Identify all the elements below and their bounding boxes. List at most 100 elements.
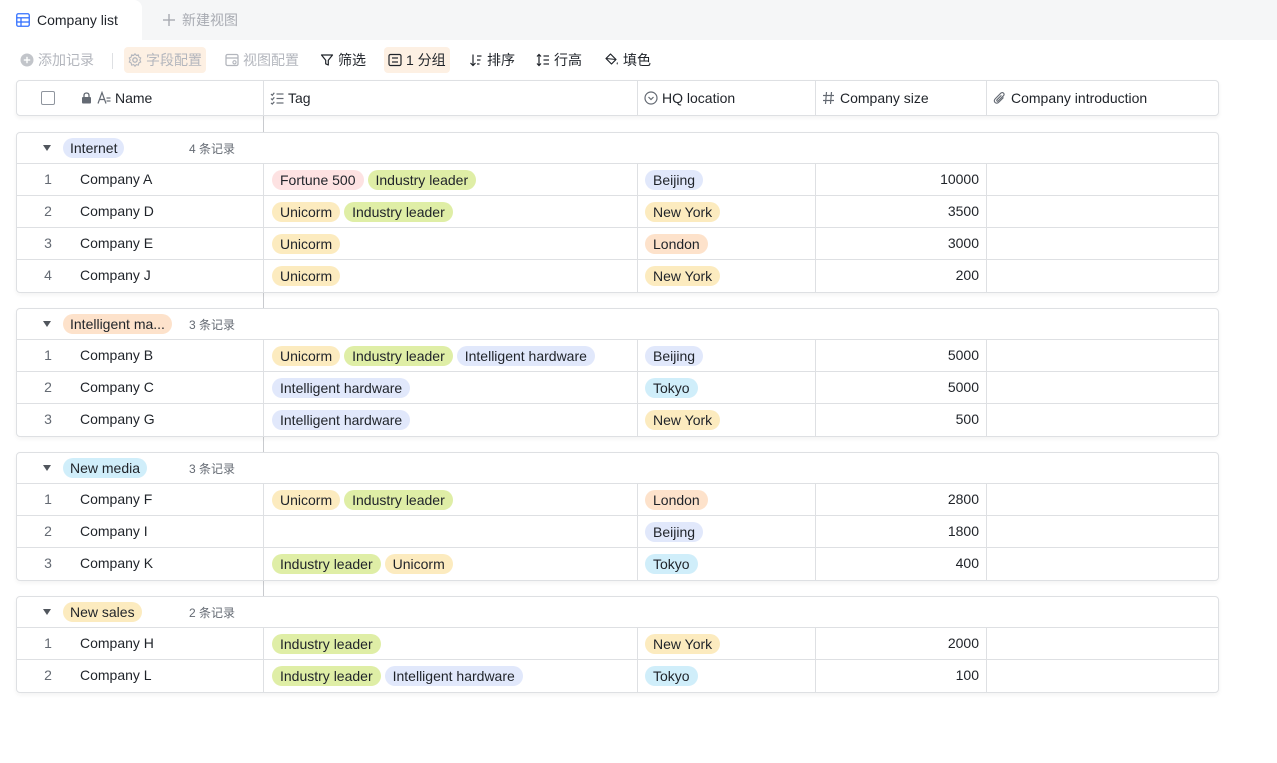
column-header-tag[interactable]: Tag xyxy=(270,81,311,115)
company-size-cell[interactable]: 100 xyxy=(817,660,979,691)
location-option[interactable]: Tokyo xyxy=(645,554,698,574)
location-option[interactable]: Tokyo xyxy=(645,378,698,398)
tag-option[interactable]: Unicorm xyxy=(272,202,341,222)
tag-cell[interactable]: Fortune 500 Industry leader xyxy=(272,170,477,190)
tag-option[interactable]: Industry leader xyxy=(344,346,453,366)
location-option[interactable]: New York xyxy=(645,266,721,286)
location-option[interactable]: New York xyxy=(645,634,721,654)
company-size-cell[interactable]: 3500 xyxy=(817,196,979,227)
company-name-cell[interactable]: Company J xyxy=(80,260,151,291)
table-row[interactable]: 2 Company D Unicorm Industry leader New York… xyxy=(17,196,1218,228)
tag-option[interactable]: Industry leader xyxy=(272,666,381,686)
hq-location-cell[interactable]: Tokyo xyxy=(645,554,698,574)
company-size-cell[interactable]: 400 xyxy=(817,548,979,579)
tag-option[interactable]: Intelligent hardware xyxy=(456,346,595,366)
hq-location-cell[interactable]: New York xyxy=(645,410,721,430)
group-button[interactable]: 1 分组 xyxy=(384,47,450,73)
tab-company-list[interactable]: Company list xyxy=(0,0,142,40)
tag-option[interactable]: Industry leader xyxy=(344,490,453,510)
column-header-company-introduction[interactable]: Company introduction xyxy=(993,81,1147,115)
location-option[interactable]: London xyxy=(645,490,708,510)
company-name-cell[interactable]: Company L xyxy=(80,660,152,691)
hq-location-cell[interactable]: New York xyxy=(645,202,721,222)
company-size-cell[interactable]: 2000 xyxy=(817,628,979,659)
tag-cell[interactable]: Intelligent hardware xyxy=(272,378,411,398)
hq-location-cell[interactable]: London xyxy=(645,490,708,510)
select-all-checkbox[interactable] xyxy=(41,81,55,115)
table-row[interactable]: 1 Company F Unicorm Industry leader London 28… xyxy=(17,484,1218,516)
fill-color-button[interactable]: 填色 xyxy=(600,47,655,73)
table-row[interactable]: 3 Company G Intelligent hardware New York 50… xyxy=(17,404,1218,436)
table-row[interactable]: 1 Company B Unicorm Industry leader Intellig… xyxy=(17,340,1218,372)
company-name-cell[interactable]: Company H xyxy=(80,628,154,659)
company-size-cell[interactable]: 3000 xyxy=(817,228,979,259)
collapse-caret-icon[interactable] xyxy=(43,465,51,471)
field-config-button[interactable]: 字段配置 xyxy=(124,47,206,73)
company-name-cell[interactable]: Company I xyxy=(80,516,148,547)
tag-option[interactable]: Industry leader xyxy=(344,202,453,222)
tag-option[interactable]: Intelligent hardware xyxy=(272,378,411,398)
table-row[interactable]: 2 Company I Beijing 1800 xyxy=(17,516,1218,548)
company-name-cell[interactable]: Company B xyxy=(80,340,153,371)
hq-location-cell[interactable]: New York xyxy=(645,634,721,654)
row-height-button[interactable]: 行高 xyxy=(532,47,586,73)
add-record-button[interactable]: 添加记录 xyxy=(16,47,98,73)
tag-option[interactable]: Unicorm xyxy=(272,346,341,366)
location-option[interactable]: New York xyxy=(645,410,721,430)
tag-option[interactable]: Intelligent hardware xyxy=(272,410,411,430)
company-size-cell[interactable]: 2800 xyxy=(817,484,979,515)
sort-button[interactable]: 排序 xyxy=(465,47,519,73)
tag-cell[interactable]: Unicorm xyxy=(272,234,341,254)
location-option[interactable]: Beijing xyxy=(645,170,704,190)
table-row[interactable]: 1 Company A Fortune 500 Industry leader Beij… xyxy=(17,164,1218,196)
tag-option[interactable]: Unicorm xyxy=(384,554,453,574)
column-header-name[interactable]: Name xyxy=(81,81,152,115)
table-row[interactable]: 2 Company L Industry leader Intelligent har… xyxy=(17,660,1218,692)
tag-option[interactable]: Intelligent hardware xyxy=(384,666,523,686)
collapse-caret-icon[interactable] xyxy=(43,609,51,615)
tag-option[interactable]: Industry leader xyxy=(367,170,477,190)
company-name-cell[interactable]: Company C xyxy=(80,372,154,403)
collapse-caret-icon[interactable] xyxy=(43,321,51,327)
hq-location-cell[interactable]: New York xyxy=(645,266,721,286)
tag-cell[interactable]: Unicorm Industry leader xyxy=(272,490,453,510)
table-row[interactable]: 1 Company H Industry leader New York 2000 xyxy=(17,628,1218,660)
column-header-company-size[interactable]: Company size xyxy=(822,81,929,115)
tag-option[interactable]: Unicorm xyxy=(272,490,341,510)
tag-option[interactable]: Unicorm xyxy=(272,266,341,286)
table-row[interactable]: 3 Company K Industry leader Unicorm Tokyo 400 xyxy=(17,548,1218,580)
company-size-cell[interactable]: 500 xyxy=(817,404,979,435)
tag-option[interactable]: Industry leader xyxy=(272,554,381,574)
company-name-cell[interactable]: Company E xyxy=(80,228,153,259)
company-size-cell[interactable]: 5000 xyxy=(817,372,979,403)
tag-cell[interactable]: Unicorm xyxy=(272,266,341,286)
tag-cell[interactable]: Industry leader xyxy=(272,634,381,654)
location-option[interactable]: Tokyo xyxy=(645,666,698,686)
tag-cell[interactable]: Intelligent hardware xyxy=(272,410,411,430)
company-name-cell[interactable]: Company G xyxy=(80,404,155,435)
tag-option[interactable]: Fortune 500 xyxy=(272,170,364,190)
hq-location-cell[interactable]: Beijing xyxy=(645,522,704,542)
tag-cell[interactable]: Industry leader Unicorm xyxy=(272,554,453,574)
table-row[interactable]: 2 Company C Intelligent hardware Tokyo 5000 xyxy=(17,372,1218,404)
hq-location-cell[interactable]: Beijing xyxy=(645,346,704,366)
filter-button[interactable]: 筛选 xyxy=(316,47,370,73)
location-option[interactable]: Beijing xyxy=(645,522,704,542)
collapse-caret-icon[interactable] xyxy=(43,145,51,151)
table-row[interactable]: 3 Company E Unicorm London 3000 xyxy=(17,228,1218,260)
company-size-cell[interactable]: 10000 xyxy=(817,164,979,195)
location-option[interactable]: Beijing xyxy=(645,346,704,366)
tag-option[interactable]: Industry leader xyxy=(272,634,381,654)
hq-location-cell[interactable]: London xyxy=(645,234,708,254)
company-name-cell[interactable]: Company A xyxy=(80,164,152,195)
hq-location-cell[interactable]: Tokyo xyxy=(645,666,698,686)
new-view-button[interactable]: 新建视图 xyxy=(162,0,238,40)
company-name-cell[interactable]: Company D xyxy=(80,196,154,227)
company-name-cell[interactable]: Company K xyxy=(80,548,153,579)
company-name-cell[interactable]: Company F xyxy=(80,484,152,515)
company-size-cell[interactable]: 1800 xyxy=(817,516,979,547)
tag-cell[interactable]: Industry leader Intelligent hardware xyxy=(272,666,523,686)
location-option[interactable]: New York xyxy=(645,202,721,222)
view-config-button[interactable]: 视图配置 xyxy=(221,47,303,73)
column-header-hq-location[interactable]: HQ location xyxy=(644,81,735,115)
